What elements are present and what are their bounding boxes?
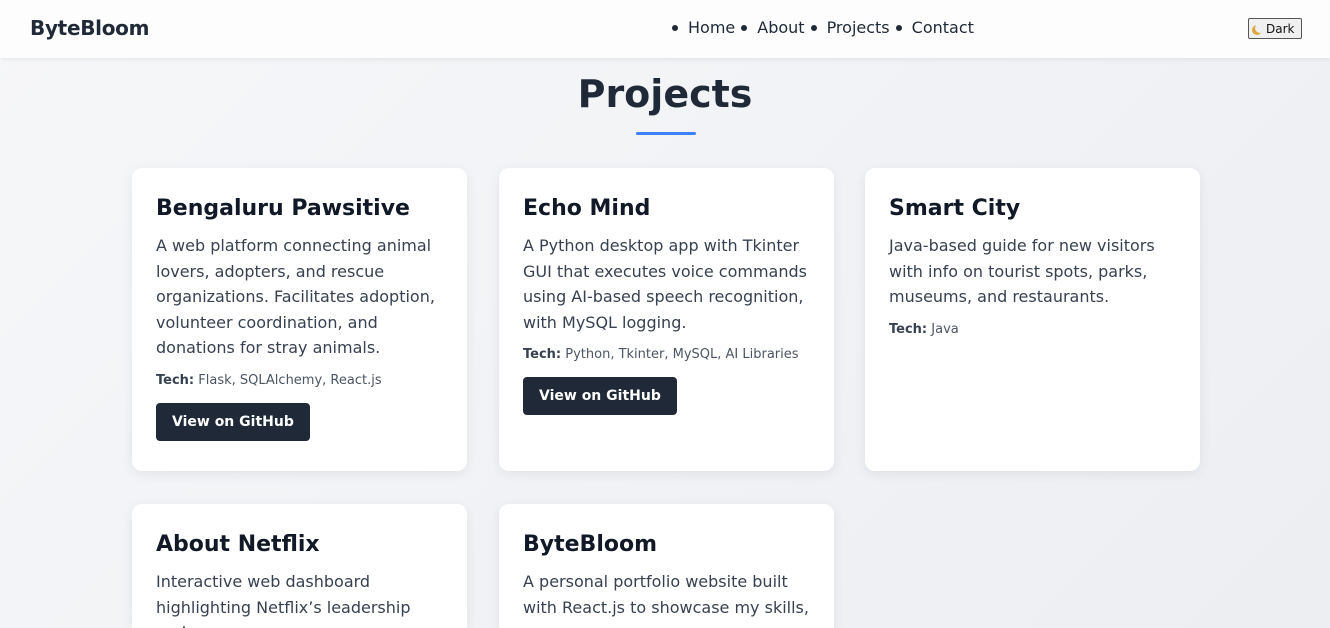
project-title: Smart City [889, 196, 1021, 221]
project-card-bengaluru-pawsitive: Bengaluru Pawsitive A web platform conne… [132, 168, 467, 471]
project-description: A personal portfolio website built with … [523, 572, 809, 617]
view-on-github-button[interactable]: View on GitHub [156, 402, 310, 441]
theme-toggle-button[interactable]: Dark [1248, 18, 1302, 39]
project-tech: Tech: Java [889, 322, 1176, 337]
project-tech: Tech: Flask, SQLAlchemy, React.js [156, 373, 443, 388]
nav-item-home: Home [672, 18, 735, 37]
tech-list: Flask, SQLAlchemy, React.js [198, 372, 382, 388]
nav-link-projects[interactable]: Projects [827, 18, 890, 37]
project-title: Echo Mind [523, 196, 651, 221]
bullet-icon [895, 24, 902, 31]
tech-list: Java [931, 321, 959, 337]
moon-icon [1255, 23, 1265, 33]
view-on-github-button[interactable]: View on GitHub [523, 377, 677, 415]
tech-label: Tech: [156, 372, 195, 388]
bullet-icon [741, 24, 748, 31]
nav-item-projects: Projects [810, 18, 890, 37]
project-title: ByteBloom [523, 532, 658, 557]
tech-list: Python, Tkinter, MySQL, AI Libraries [565, 347, 799, 362]
nav-link-about[interactable]: About [757, 18, 804, 37]
project-tech: Tech: Python, Tkinter, MySQL, AI Librari… [523, 347, 810, 362]
navbar: ByteBloom Home About Projects Contact Da… [0, 0, 1330, 58]
title-underline [636, 132, 696, 135]
project-description: A Python desktop app with Tkinter GUI th… [523, 236, 807, 332]
project-description: Java-based guide for new visitors with i… [889, 236, 1155, 306]
nav-link-contact[interactable]: Contact [912, 18, 974, 37]
project-title: Bengaluru Pawsitive [156, 196, 410, 221]
nav-item-about: About [741, 18, 805, 37]
nav-link-home[interactable]: Home [688, 18, 735, 37]
project-title: About Netflix [156, 532, 320, 557]
tech-label: Tech: [523, 347, 562, 362]
project-description: Interactive web dashboard highlighting N… [156, 572, 411, 628]
project-card-bytebloom: ByteBloom A personal portfolio website b… [499, 504, 834, 628]
bullet-icon [672, 24, 678, 31]
brand-logo[interactable]: ByteBloom [30, 16, 149, 40]
project-card-echo-mind: Echo Mind A Python desktop app with Tkin… [499, 168, 834, 471]
project-description: A web platform connecting animal lovers,… [156, 236, 435, 357]
project-card-smart-city: Smart City Java-based guide for new visi… [865, 168, 1200, 471]
page-title: Projects [577, 72, 753, 116]
nav-item-contact: Contact [895, 18, 974, 37]
theme-toggle-label: Dark [1266, 21, 1295, 36]
project-card-about-netflix: About Netflix Interactive web dashboard … [132, 504, 467, 628]
tech-label: Tech: [889, 321, 928, 337]
nav-links: Home About Projects Contact [672, 18, 980, 37]
bullet-icon [810, 24, 817, 31]
